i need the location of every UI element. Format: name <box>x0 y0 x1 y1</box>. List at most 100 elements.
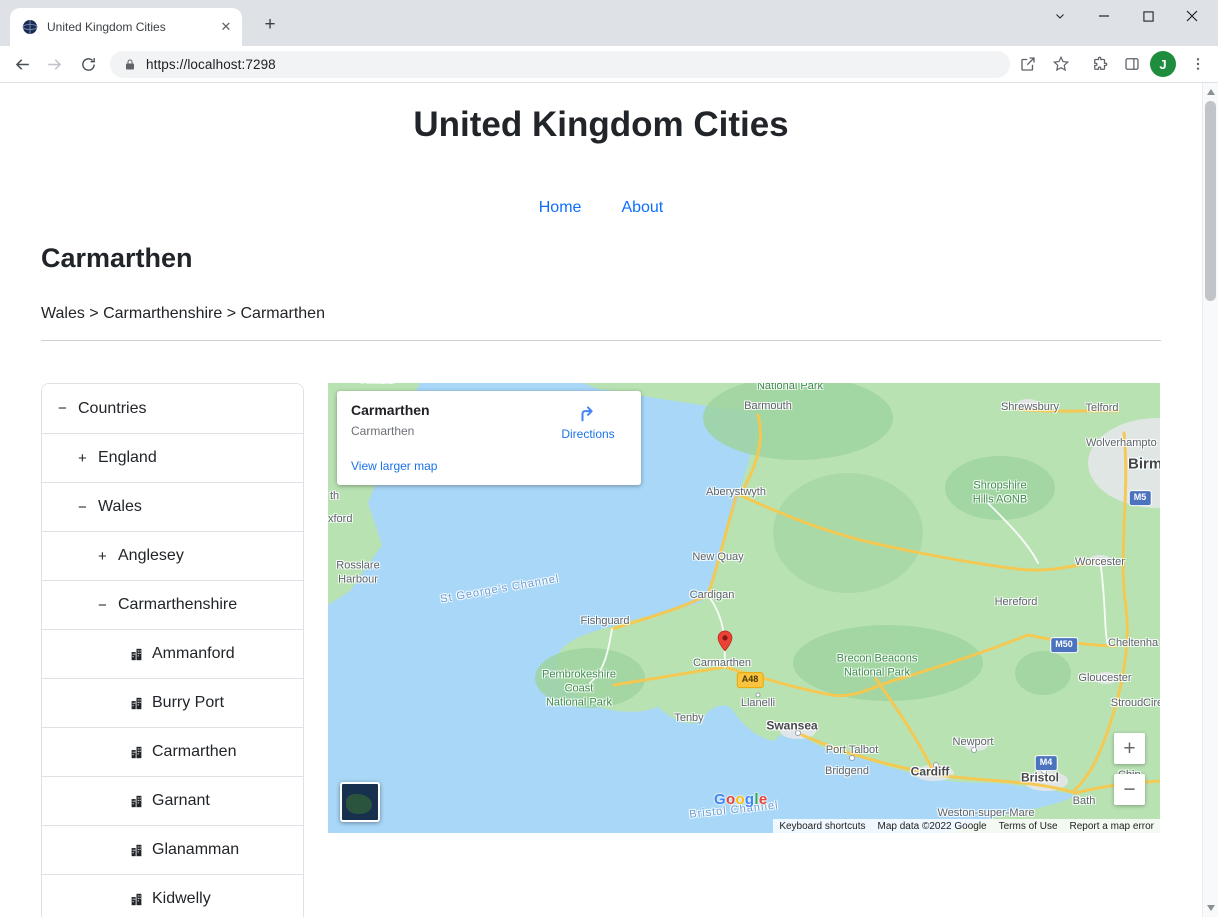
collapse-icon[interactable]: − <box>98 597 118 614</box>
map-label-brecon-beacons-national-park: Brecon Beacons National Park <box>837 652 918 680</box>
map-label-shropshire-hills-aonb: Shropshire Hills AONB <box>973 479 1027 507</box>
report-map-error-link[interactable]: Report a map error <box>1070 821 1154 832</box>
info-card-subtitle: Carmarthen <box>351 424 414 438</box>
extensions-puzzle-icon[interactable] <box>1086 50 1114 78</box>
directions-label: Directions <box>555 427 621 441</box>
tree-item-england[interactable]: +England <box>42 433 303 482</box>
tree-item-carmarthenshire[interactable]: −Carmarthenshire <box>42 580 303 629</box>
map-label-bridgend: Bridgend <box>825 765 869 779</box>
map-label-barmouth: Barmouth <box>744 400 792 414</box>
tree-item-countries[interactable]: −Countries <box>42 384 303 433</box>
map-label-cardigan: Cardigan <box>690 589 735 603</box>
zoom-in-button[interactable]: + <box>1114 733 1145 764</box>
map-label-cardiff: Cardiff <box>911 765 950 780</box>
terms-of-use-link[interactable]: Terms of Use <box>999 821 1058 832</box>
directions-button[interactable]: Directions <box>555 402 621 441</box>
page-content: United Kingdom Cities Home About Carmart… <box>0 83 1202 917</box>
tree-item-label: Countries <box>78 400 146 418</box>
map-label-birmi: Birmi <box>1128 456 1160 475</box>
tree-item-carmarthen[interactable]: Carmarthen <box>42 727 303 776</box>
tree-item-anglesey[interactable]: +Anglesey <box>42 531 303 580</box>
map-label-national-park: National Park <box>757 383 823 394</box>
tree-item-label: Anglesey <box>118 547 184 565</box>
map-label-telford: Telford <box>1085 402 1118 416</box>
tree-item-kidwelly[interactable]: Kidwelly <box>42 874 303 917</box>
map-label-stroud: Stroud <box>1111 697 1143 711</box>
window-maximize-button[interactable] <box>1126 0 1170 32</box>
back-button[interactable] <box>8 50 36 78</box>
tree-item-burry-port[interactable]: Burry Port <box>42 678 303 727</box>
collapse-icon[interactable]: − <box>58 400 78 417</box>
tab-close-icon[interactable]: ✕ <box>218 19 234 35</box>
map-label-llanelli: Llanelli <box>741 697 775 711</box>
page-scrollbar[interactable] <box>1202 83 1218 917</box>
view-larger-map-link[interactable]: View larger map <box>351 459 437 473</box>
window-close-button[interactable] <box>1170 0 1214 32</box>
tree-item-label: Kidwelly <box>152 890 211 908</box>
city-building-icon <box>130 648 143 661</box>
forward-button[interactable] <box>40 50 68 78</box>
location-tree: −Countries+England−Wales+Anglesey−Carmar… <box>41 383 304 917</box>
tab-title: United Kingdom Cities <box>47 20 218 34</box>
tab-search-chevron-icon[interactable] <box>1038 0 1082 32</box>
keyboard-shortcuts-button[interactable]: Keyboard shortcuts <box>779 821 865 832</box>
map-label-worcester: Worcester <box>1075 556 1125 570</box>
map-label-arklow: Arklow <box>361 383 394 388</box>
tree-item-label: Garnant <box>152 792 210 810</box>
reload-button[interactable] <box>74 50 102 78</box>
nav-link-about[interactable]: About <box>609 193 675 223</box>
divider <box>41 340 1161 341</box>
map-label-gloucester: Gloucester <box>1078 672 1131 686</box>
expand-icon[interactable]: + <box>98 548 118 565</box>
city-building-icon <box>130 746 143 759</box>
scrollbar-up-arrow[interactable] <box>1207 89 1215 95</box>
road-badge-a48: A48 <box>737 672 764 688</box>
expand-icon[interactable]: + <box>78 450 98 467</box>
tree-item-ammanford[interactable]: Ammanford <box>42 629 303 678</box>
side-panel-icon[interactable] <box>1118 50 1146 78</box>
url-bar[interactable]: https://localhost:7298 <box>110 51 1010 78</box>
tree-item-wales[interactable]: −Wales <box>42 482 303 531</box>
browser-window: United Kingdom Cities ✕ + <box>0 0 1218 917</box>
collapse-icon[interactable]: − <box>78 499 98 516</box>
tree-item-garnant[interactable]: Garnant <box>42 776 303 825</box>
map-label-shrewsbury: Shrewsbury <box>1001 401 1059 415</box>
road-badge-m4: M4 <box>1035 755 1058 771</box>
map-label-wolverhampto: Wolverhampto <box>1086 437 1157 451</box>
map-label-pembrokeshire-coast-national-park: Pembrokeshire Coast National Park <box>542 668 616 709</box>
city-building-icon <box>130 844 143 857</box>
nav-link-home[interactable]: Home <box>527 193 594 223</box>
tree-item-label: Glanamman <box>152 841 239 859</box>
new-tab-button[interactable]: + <box>256 11 284 39</box>
zoom-out-button[interactable]: − <box>1114 774 1145 805</box>
map-label-hereford: Hereford <box>995 596 1038 610</box>
tree-item-label: Carmarthen <box>152 743 236 761</box>
top-navigation: Home About <box>0 193 1202 223</box>
bookmark-star-icon[interactable] <box>1047 50 1075 78</box>
browser-menu-dots-icon[interactable] <box>1184 50 1212 78</box>
map-label-xford: xford <box>328 513 352 527</box>
page-title: United Kingdom Cities <box>0 105 1202 145</box>
tree-item-label: Ammanford <box>152 645 235 663</box>
map-marker-carmarthen[interactable] <box>713 629 737 658</box>
info-card-title: Carmarthen <box>351 402 430 418</box>
map-attribution: Keyboard shortcuts Map data ©2022 Google… <box>773 819 1160 833</box>
browser-tab[interactable]: United Kingdom Cities ✕ <box>10 8 242 46</box>
map-label-cheltenha: Cheltenha <box>1108 637 1158 651</box>
map-label-cirence: Cirence <box>1143 697 1160 711</box>
road-badge-m5: M5 <box>1129 490 1152 506</box>
map-label-aberystwyth: Aberystwyth <box>706 486 766 500</box>
tree-item-glanamman[interactable]: Glanamman <box>42 825 303 874</box>
profile-avatar[interactable]: J <box>1150 51 1176 77</box>
map-label-new-quay: New Quay <box>692 551 743 565</box>
google-map[interactable]: Arklow National Park Barmouth Shrewsbury Tel… <box>328 383 1160 833</box>
map-label-swansea: Swansea <box>766 719 817 734</box>
scrollbar-down-arrow[interactable] <box>1207 905 1215 911</box>
url-text: https://localhost:7298 <box>146 57 276 72</box>
google-logo[interactable]: Google <box>714 791 768 808</box>
satellite-layer-toggle[interactable] <box>340 782 380 822</box>
window-minimize-button[interactable] <box>1082 0 1126 32</box>
lock-icon[interactable] <box>124 58 136 71</box>
share-icon[interactable] <box>1014 50 1042 78</box>
scrollbar-thumb[interactable] <box>1205 101 1216 301</box>
